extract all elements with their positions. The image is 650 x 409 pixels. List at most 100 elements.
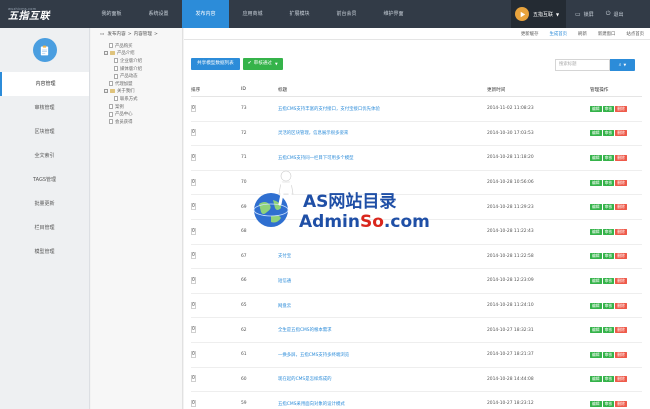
edit-button[interactable]: 编辑 — [590, 204, 602, 211]
title-link[interactable]: 全生是五指CMS的根本需求 — [278, 328, 332, 333]
sidebar-item-0[interactable]: 内容管理 — [0, 72, 89, 96]
tree-node[interactable]: 联系方式 — [91, 95, 182, 103]
audit-button[interactable]: 审核 — [602, 376, 615, 383]
search-button[interactable]: ⌕ ▼ — [610, 59, 635, 71]
edit-button[interactable]: 编辑 — [590, 179, 602, 186]
sort-input[interactable]: 0 — [191, 129, 196, 137]
title-link[interactable]: 现在起的CMS是怎样炼成的 — [278, 377, 332, 382]
audit-button[interactable]: 审核 — [602, 253, 615, 260]
audit-button[interactable]: 审核 — [602, 179, 615, 186]
sort-input[interactable]: 0 — [191, 178, 196, 186]
delete-button[interactable]: 删除 — [615, 302, 627, 309]
search-input[interactable]: 搜索标题 — [555, 59, 610, 71]
share-model-list-button[interactable]: 共享模型数据列表 — [191, 58, 240, 70]
sort-input[interactable]: 0 — [191, 399, 196, 407]
delete-button[interactable]: 删除 — [615, 327, 627, 334]
nav-item-1[interactable]: 系统设置 — [135, 0, 182, 28]
tree-node[interactable]: 媒体版介绍 — [91, 65, 182, 73]
title-link[interactable]: 网盘云 — [278, 304, 291, 309]
edit-button[interactable]: 编辑 — [590, 351, 602, 358]
toolbar-button-0[interactable]: 更新缓存 — [521, 31, 539, 37]
breadcrumb-current[interactable]: 内容管理 — [134, 31, 152, 37]
audit-button[interactable]: 审核 — [602, 154, 615, 161]
sidebar-item-1[interactable]: 审核管理 — [0, 96, 89, 120]
audit-button[interactable]: 审核 — [602, 130, 615, 137]
sort-input[interactable]: 0 — [191, 153, 196, 161]
audit-button[interactable]: 审核 — [602, 302, 615, 309]
tree-node[interactable]: - 关于我们 — [91, 88, 182, 96]
sort-input[interactable]: 0 — [191, 326, 196, 334]
toolbar-button-1[interactable]: 生成首页 — [549, 31, 567, 37]
audit-button[interactable]: 审核 — [602, 277, 615, 284]
title-link[interactable]: 灵活的区块管理，信息展示很多姿来 — [278, 131, 348, 136]
logo[interactable]: wuzhicms.com 五指互联 — [0, 0, 88, 28]
expand-toggle-icon[interactable]: - — [104, 51, 108, 56]
nav-item-6[interactable]: 维护界面 — [370, 0, 417, 28]
delete-button[interactable]: 删除 — [615, 179, 627, 186]
title-link[interactable]: 一换多屏，五指CMS支持多终端浏览 — [278, 353, 349, 358]
sidebar-item-3[interactable]: 全文索引 — [0, 144, 89, 168]
title-link[interactable]: 五指CMS采用面向对象的设计模式 — [278, 402, 345, 407]
audit-button[interactable]: 审核 — [602, 105, 615, 112]
sort-input[interactable]: 0 — [191, 301, 196, 309]
logout-link[interactable]: ⏻ 退出 — [606, 10, 624, 18]
breadcrumb-root[interactable]: 发布内容 — [107, 31, 125, 37]
delete-button[interactable]: 删除 — [615, 228, 627, 235]
delete-button[interactable]: 删除 — [615, 105, 627, 112]
sort-input[interactable]: 0 — [191, 350, 196, 358]
sidebar-item-5[interactable]: 批量更新 — [0, 192, 89, 216]
sidebar-item-4[interactable]: TAGS管理 — [0, 168, 89, 192]
title-link[interactable]: 五指CMS支持丰富的支付接口，支付宝接口优先体验 — [278, 107, 380, 112]
audit-button[interactable]: 审核 — [602, 204, 615, 211]
delete-button[interactable]: 删除 — [615, 253, 627, 260]
sort-input[interactable]: 0 — [191, 276, 196, 284]
tree-node[interactable]: 案例 — [91, 103, 182, 111]
sort-input[interactable]: 0 — [191, 375, 196, 383]
nav-item-5[interactable]: 前台会员 — [323, 0, 370, 28]
audit-button[interactable]: 审核 — [602, 327, 615, 334]
tree-node[interactable]: 会员获得 — [91, 118, 182, 126]
edit-button[interactable]: 编辑 — [590, 376, 602, 383]
nav-item-0[interactable]: 我的面板 — [88, 0, 135, 28]
expand-toggle-icon[interactable]: - — [104, 89, 108, 94]
tree-node[interactable]: 产品购买 — [91, 42, 182, 50]
toolbar-button-2[interactable]: 刷新 — [578, 31, 587, 37]
audit-button[interactable]: 审核 — [602, 400, 615, 407]
sort-input[interactable]: 0 — [191, 203, 196, 211]
sort-input[interactable]: 0 — [191, 104, 196, 112]
delete-button[interactable]: 删除 — [615, 130, 627, 137]
sort-input[interactable]: 0 — [191, 252, 196, 260]
delete-button[interactable]: 删除 — [615, 351, 627, 358]
tree-node[interactable]: 企业版介绍 — [91, 57, 182, 65]
delete-button[interactable]: 删除 — [615, 154, 627, 161]
edit-button[interactable]: 编辑 — [590, 253, 602, 260]
title-link[interactable]: 短信通 — [278, 279, 291, 284]
tree-node[interactable]: 产品动态 — [91, 72, 182, 80]
edit-button[interactable]: 编辑 — [590, 105, 602, 112]
audit-button[interactable]: 审核 — [602, 351, 615, 358]
tree-node[interactable]: - 产品介绍 — [91, 50, 182, 58]
lock-screen-link[interactable]: ▭ 锁屏 — [575, 11, 594, 18]
nav-item-2[interactable]: 发布内容 — [182, 0, 229, 28]
sidebar-item-2[interactable]: 区块管理 — [0, 120, 89, 144]
user-menu[interactable]: 五指互联 ▼ — [511, 0, 566, 28]
sidebar-item-6[interactable]: 栏目管理 — [0, 216, 89, 240]
sort-input[interactable]: 0 — [191, 227, 196, 235]
audit-pass-button[interactable]: ✔ 审核通过 ▼ — [242, 58, 283, 70]
nav-item-4[interactable]: 扩展模块 — [276, 0, 323, 28]
audit-button[interactable]: 审核 — [602, 228, 615, 235]
tree-node[interactable]: 代理加盟 — [91, 80, 182, 88]
delete-button[interactable]: 删除 — [615, 400, 627, 407]
delete-button[interactable]: 删除 — [615, 204, 627, 211]
toolbar-button-3[interactable]: 新建窗口 — [598, 31, 616, 37]
delete-button[interactable]: 删除 — [615, 277, 627, 284]
edit-button[interactable]: 编辑 — [590, 400, 602, 407]
edit-button[interactable]: 编辑 — [590, 327, 602, 334]
toolbar-button-4[interactable]: 站点首页 — [626, 31, 644, 37]
edit-button[interactable]: 编辑 — [590, 277, 602, 284]
edit-button[interactable]: 编辑 — [590, 302, 602, 309]
edit-button[interactable]: 编辑 — [590, 228, 602, 235]
edit-button[interactable]: 编辑 — [590, 154, 602, 161]
delete-button[interactable]: 删除 — [615, 376, 627, 383]
edit-button[interactable]: 编辑 — [590, 130, 602, 137]
